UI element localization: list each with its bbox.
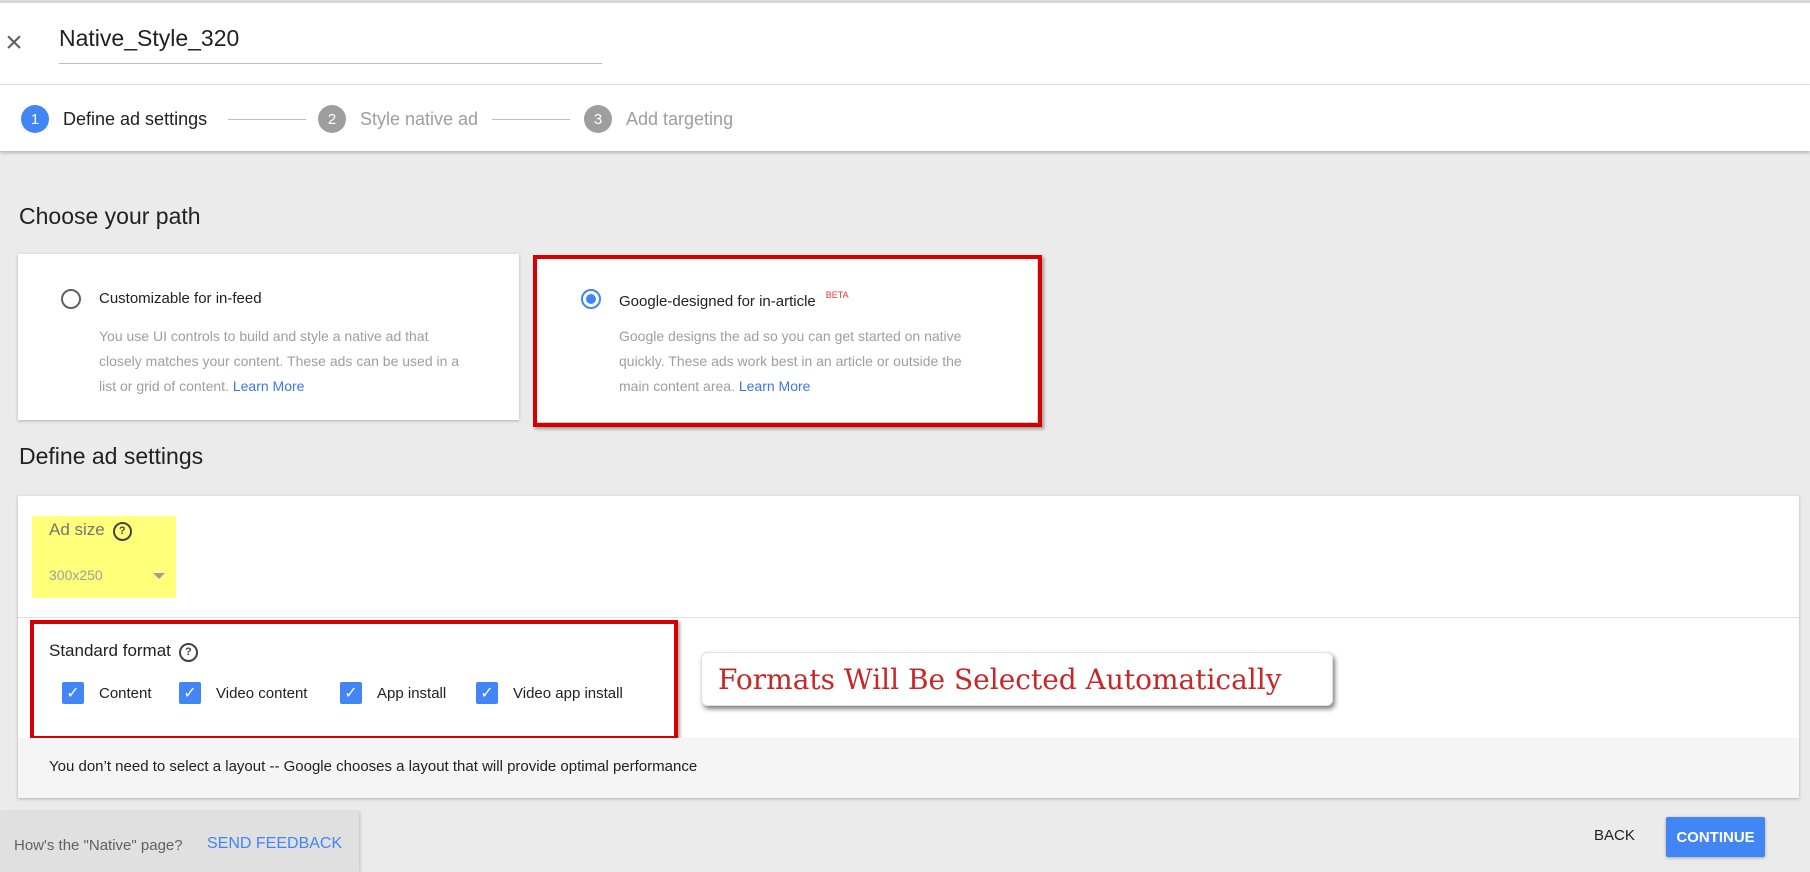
radio-in-feed[interactable]: [61, 289, 81, 309]
option-description: You use UI controls to build and style a…: [99, 324, 459, 399]
step-label: Add targeting: [626, 108, 734, 129]
top-bar: × Native_Style_320: [0, 0, 1810, 84]
step-add-targeting[interactable]: 3 Add targeting: [584, 105, 733, 133]
layout-note: You don’t need to select a layout -- Goo…: [49, 758, 698, 775]
choose-path-heading: Choose your path: [19, 203, 201, 229]
callout-text: Formats Will Be Selected Automatically: [718, 663, 1282, 696]
step-connector: [492, 119, 570, 120]
red-highlight-in-article: [533, 255, 1042, 427]
chevron-down-icon[interactable]: [153, 573, 165, 579]
desc-line: list or grid of content.: [99, 378, 229, 394]
desc-line: closely matches your content. These ads …: [99, 353, 460, 369]
step-number: 1: [21, 105, 49, 133]
stepper: 1 Define ad settings 2 Style native ad 3…: [0, 84, 1810, 151]
step-connector: [228, 119, 306, 120]
ad-size-label: Ad size?: [49, 520, 132, 541]
learn-more-link[interactable]: Learn More: [233, 378, 305, 394]
close-icon[interactable]: ×: [2, 28, 26, 58]
annotation-callout: Formats Will Be Selected Automatically: [701, 652, 1333, 706]
divider: [18, 617, 1799, 618]
step-label: Style native ad: [360, 108, 479, 129]
step-style-native-ad[interactable]: 2 Style native ad: [318, 105, 478, 133]
send-feedback-button[interactable]: SEND FEEDBACK: [207, 835, 342, 853]
ad-unit-name-input[interactable]: Native_Style_320: [59, 21, 602, 64]
help-icon[interactable]: ?: [112, 522, 132, 541]
define-settings-heading: Define ad settings: [19, 443, 204, 469]
back-button[interactable]: BACK: [1594, 827, 1635, 844]
desc-line: You use UI controls to build and style a…: [99, 328, 429, 344]
red-highlight-standard-format: [30, 620, 678, 740]
step-number: 2: [318, 105, 346, 133]
step-label: Define ad settings: [63, 108, 208, 129]
step-number: 3: [584, 105, 612, 133]
option-card-in-feed[interactable]: Customizable for in-feed You use UI cont…: [18, 254, 519, 420]
continue-button[interactable]: CONTINUE: [1666, 817, 1765, 857]
step-define-ad-settings[interactable]: 1 Define ad settings: [21, 105, 207, 133]
ad-size-label-text: Ad size: [49, 520, 105, 539]
ad-unit-name-value[interactable]: Native_Style_320: [59, 25, 239, 52]
feedback-question: How's the "Native" page?: [14, 837, 183, 854]
option-title: Customizable for in-feed: [99, 290, 262, 307]
ad-size-select[interactable]: 300x250: [49, 567, 103, 583]
